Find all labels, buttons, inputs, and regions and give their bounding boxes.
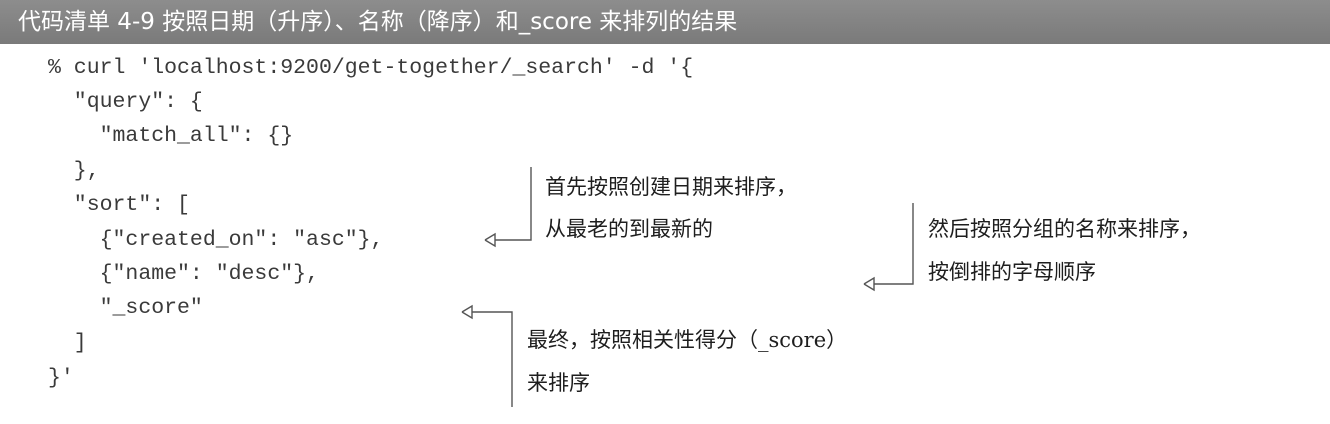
annotation-created-on-line-2: 从最老的到最新的: [545, 217, 713, 241]
created-on-callout-arrow: [484, 167, 532, 248]
annotation-score-line-2: 来排序: [527, 371, 590, 395]
annotation-name-line-2: 按倒排的字母顺序: [928, 260, 1096, 284]
code-listing-page: 代码清单 4-9 按照日期（升序）、名称（降序）和_score 来排列的结果 %…: [0, 0, 1330, 424]
annotation-score-line-1: 最终，按照相关性得分（_score）: [527, 328, 848, 352]
annotation-created-on-line-1: 首先按照创建日期来排序，: [545, 175, 797, 199]
score-callout-arrow: [461, 304, 513, 407]
annotation-name-line-1: 然后按照分组的名称来排序，: [928, 217, 1201, 241]
name-callout-arrow: [863, 203, 914, 292]
